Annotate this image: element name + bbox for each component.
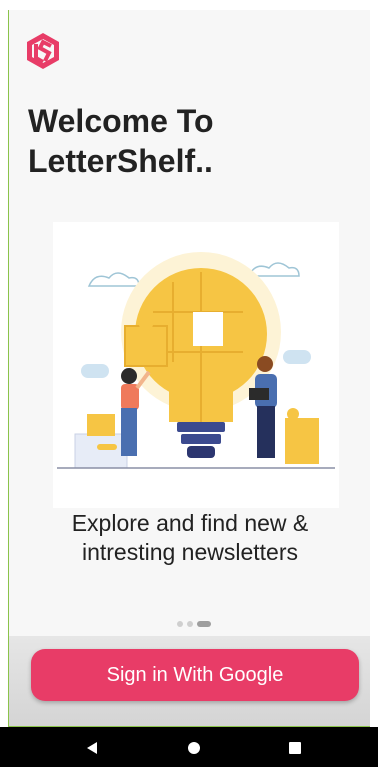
home-circle-icon[interactable] bbox=[186, 740, 202, 756]
page-indicator-dot-active[interactable] bbox=[197, 621, 211, 627]
welcome-title: Welcome To LetterShelf.. bbox=[28, 101, 348, 181]
page-indicator-dot[interactable] bbox=[187, 621, 193, 627]
back-triangle-icon[interactable] bbox=[84, 740, 100, 756]
recents-square-icon[interactable] bbox=[287, 740, 303, 756]
page-indicator-dot[interactable] bbox=[177, 621, 183, 627]
welcome-title-line2: LetterShelf.. bbox=[28, 143, 213, 179]
google-signin-label: Sign in With Google bbox=[106, 663, 284, 686]
app-screen: Welcome To LetterShelf.. Explore and fin… bbox=[8, 10, 370, 727]
page-indicator bbox=[177, 620, 211, 628]
system-navigation-bar bbox=[0, 727, 378, 767]
google-signin-button[interactable]: Sign in With Google bbox=[31, 649, 359, 701]
onboarding-illustration bbox=[53, 222, 339, 508]
lightbulb-puzzle-illustration bbox=[57, 252, 335, 469]
onboarding-subtitle-line2: intresting newsletters bbox=[81, 539, 299, 565]
lettershelf-logo-icon bbox=[27, 33, 59, 69]
welcome-title-line1: Welcome To bbox=[28, 103, 214, 139]
onboarding-subtitle: Explore and find new & intresting newsle… bbox=[9, 509, 370, 567]
onboarding-subtitle-line1: Explore and find new & bbox=[71, 510, 309, 536]
